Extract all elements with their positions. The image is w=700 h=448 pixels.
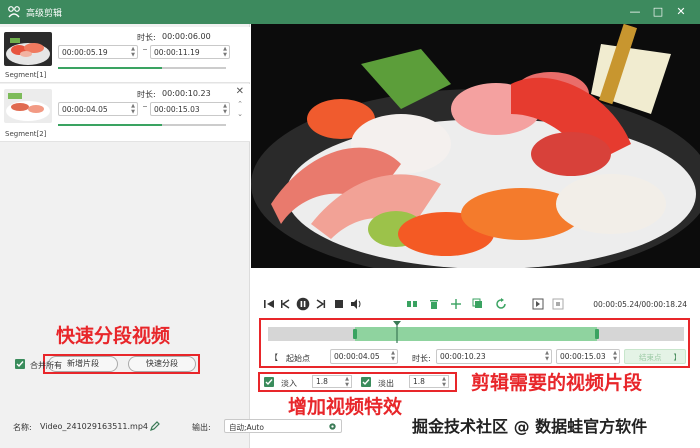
maximize-button[interactable]: □ xyxy=(650,4,666,20)
segment-thumbnail xyxy=(4,32,52,66)
spinner-icon[interactable]: ▲ ▼ xyxy=(131,46,135,58)
fade-out-input[interactable]: 1.8 ▲ ▼ xyxy=(409,375,449,388)
close-button[interactable]: ✕ xyxy=(673,4,689,20)
fade-out-label: 淡出 xyxy=(378,379,394,388)
annotation-add-effects: 增加视频特效 xyxy=(288,396,403,418)
file-name-value: Video_241029163511.mp4 xyxy=(40,422,148,431)
mark-out-icon[interactable] xyxy=(552,298,564,310)
trim-duration-label: 时长: xyxy=(412,354,431,363)
spinner-icon[interactable]: ▲ ▼ xyxy=(613,350,617,362)
fade-in-input[interactable]: 1.8 ▲ ▼ xyxy=(312,375,352,388)
end-point-button[interactable]: 结束点 】 xyxy=(624,349,686,364)
selection-start-handle[interactable] xyxy=(353,329,358,339)
spinner-icon[interactable]: ▲ ▼ xyxy=(545,350,549,362)
selection-end-handle[interactable] xyxy=(594,329,599,339)
trim-start-input[interactable]: 00:00:04.05 ▲ ▼ xyxy=(330,349,398,364)
trim-row: 【 起始点 00:00:04.05 ▲ ▼ 时长: 00:00:10.23 ▲ ▼ … xyxy=(264,348,688,366)
spinner-icon[interactable]: ▲ ▼ xyxy=(131,103,135,115)
timeline-selection[interactable] xyxy=(355,327,597,341)
segment-end-input[interactable]: 00:00:11.19 ▲ ▼ xyxy=(150,45,230,59)
merge-all-checkbox[interactable] xyxy=(15,359,25,369)
fade-out-checkbox[interactable] xyxy=(361,377,371,387)
stop-icon[interactable] xyxy=(333,298,345,310)
playhead-icon[interactable] xyxy=(392,321,401,343)
segment-progress-bar xyxy=(58,124,226,126)
minimize-button[interactable]: — xyxy=(627,4,643,20)
volume-icon[interactable] xyxy=(350,298,362,310)
segment-list-panel: 时长: 00:00:06.00 00:00:05.19 ▲ ▼ 00:00:11.… xyxy=(0,24,250,448)
segment-thumbnail xyxy=(4,89,52,123)
spinner-icon[interactable]: ▲ ▼ xyxy=(223,103,227,115)
split-icon[interactable] xyxy=(406,298,418,310)
output-label: 输出: xyxy=(192,423,211,432)
video-preview xyxy=(251,23,700,279)
segment-progress-bar xyxy=(58,67,226,69)
range-separator xyxy=(143,106,147,107)
spinner-icon[interactable]: ▲ ▼ xyxy=(223,46,227,58)
reset-icon[interactable] xyxy=(495,298,507,310)
add-icon[interactable] xyxy=(450,298,462,310)
next-frame-icon[interactable] xyxy=(315,298,327,310)
remove-segment-icon[interactable]: ✕ xyxy=(236,86,244,97)
annotation-quick-split: 快速分段视频 xyxy=(56,325,171,347)
segment-progress-fill xyxy=(58,67,163,69)
delete-icon[interactable] xyxy=(428,298,440,310)
app-logo-icon xyxy=(8,6,20,18)
fade-in-checkbox[interactable] xyxy=(264,377,274,387)
segment-duration-label: 时长: xyxy=(137,33,156,42)
merge-all-label: 合并所有 xyxy=(30,361,62,370)
mark-in-icon[interactable] xyxy=(532,298,544,310)
segment-duration-value: 00:00:06.00 xyxy=(162,32,211,41)
range-separator xyxy=(143,49,147,50)
title-bar: 高级剪辑 — □ ✕ xyxy=(0,0,700,24)
fade-in-label: 淡入 xyxy=(281,379,297,388)
trim-duration-input[interactable]: 00:00:10.23 ▲ ▼ xyxy=(436,349,552,364)
output-select[interactable]: 自动;Auto xyxy=(224,419,342,433)
go-to-start-icon[interactable] xyxy=(263,298,275,310)
segment-progress-fill xyxy=(58,124,163,126)
segment-item-2[interactable]: 时长: 00:00:10.23 00:00:04.05 ▲ ▼ 00:00:15.… xyxy=(0,84,250,142)
edit-icon[interactable] xyxy=(150,421,160,431)
bracket-right-icon: 】 xyxy=(673,353,682,362)
pause-icon[interactable] xyxy=(296,297,310,311)
annotation-cut-segment: 剪辑需要的视频片段 xyxy=(471,372,643,394)
move-down-icon[interactable]: ⌄ xyxy=(237,110,243,118)
window-title: 高级剪辑 xyxy=(26,9,63,19)
segment-name: Segment[1] xyxy=(5,71,47,79)
start-point-label: 起始点 xyxy=(286,354,310,363)
segment-start-input[interactable]: 00:00:05.19 ▲ ▼ xyxy=(58,45,138,59)
segment-end-input[interactable]: 00:00:15.03 ▲ ▼ xyxy=(150,102,230,116)
watermark-text: 掘金技术社区 @ 数据蛙官方软件 xyxy=(412,417,648,436)
copy-icon[interactable] xyxy=(472,298,484,310)
spinner-icon[interactable]: ▲ ▼ xyxy=(442,376,446,388)
segment-item-1[interactable]: 时长: 00:00:06.00 00:00:05.19 ▲ ▼ 00:00:11.… xyxy=(0,27,250,83)
timeline[interactable] xyxy=(264,321,688,345)
segment-duration-label: 时长: xyxy=(137,90,156,99)
quick-split-button[interactable]: 快速分段 xyxy=(128,356,196,372)
spinner-icon[interactable]: ▲ ▼ xyxy=(345,376,349,388)
previous-frame-icon[interactable] xyxy=(279,298,291,310)
gear-icon[interactable] xyxy=(328,422,337,431)
segment-duration-value: 00:00:10.23 xyxy=(162,89,211,98)
segment-start-input[interactable]: 00:00:04.05 ▲ ▼ xyxy=(58,102,138,116)
time-readout: 00:00:05.24/00:00:18.24 xyxy=(593,300,687,309)
segment-name: Segment[2] xyxy=(5,130,47,138)
spinner-icon[interactable]: ▲ ▼ xyxy=(391,350,395,362)
trim-end-input[interactable]: 00:00:15.03 ▲ ▼ xyxy=(556,349,620,364)
bracket-left-icon: 【 xyxy=(270,353,278,362)
move-up-icon[interactable]: ⌃ xyxy=(237,100,243,108)
player-controls: 00:00:05.24/00:00:18.24 xyxy=(251,296,700,314)
file-name-label: 名称: xyxy=(13,423,32,432)
